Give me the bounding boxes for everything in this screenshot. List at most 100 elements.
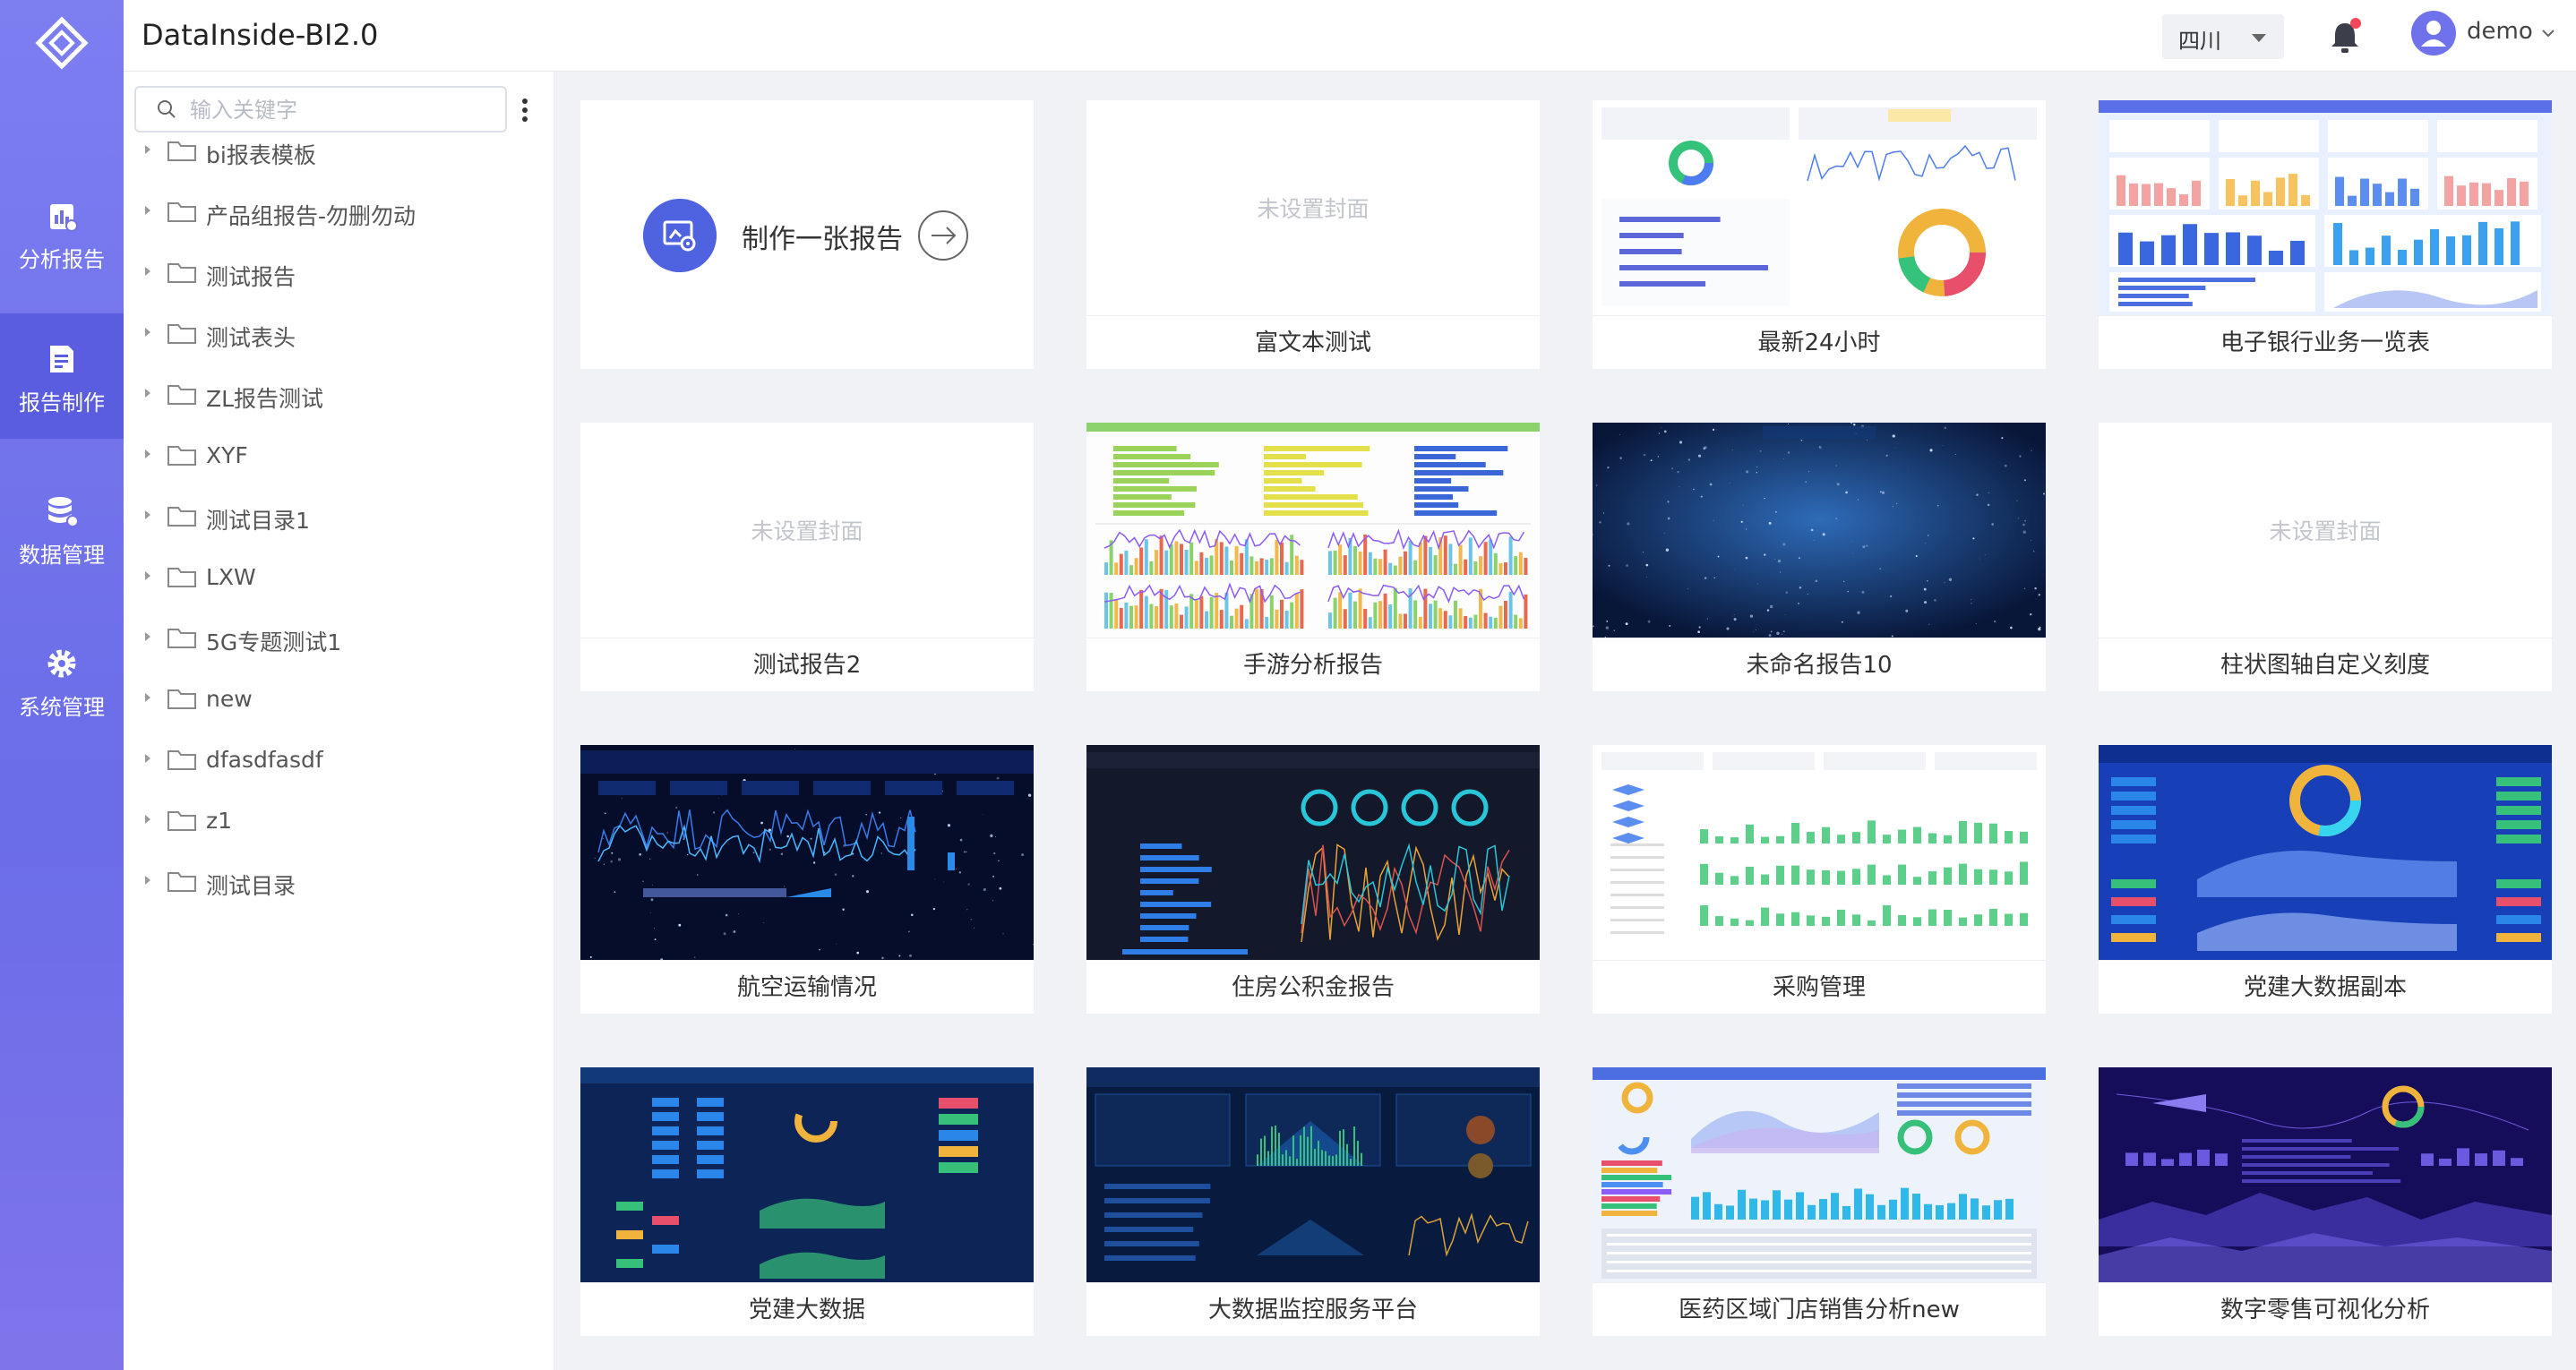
tree-item[interactable]: 产品组报告-勿删勿动 bbox=[145, 190, 530, 235]
tree-item[interactable]: dfasdfasdf bbox=[145, 738, 530, 783]
more-vertical-icon[interactable] bbox=[521, 97, 528, 124]
report-card[interactable]: 手游分析报告 bbox=[1086, 423, 1540, 691]
report-card-title: 未命名报告10 bbox=[1593, 638, 2046, 691]
tree-item-label: z1 bbox=[206, 808, 233, 834]
nav-label: 分析报告 bbox=[19, 247, 105, 272]
report-card-title: 电子银行业务一览表 bbox=[2099, 315, 2552, 369]
tree-item[interactable]: XYF bbox=[145, 433, 530, 478]
caret-right-icon[interactable] bbox=[145, 693, 150, 702]
report-card[interactable]: 未设置封面测试报告2 bbox=[580, 423, 1034, 691]
report-card-title: 测试报告2 bbox=[580, 638, 1034, 691]
report-cover-thumbnail bbox=[2099, 1067, 2552, 1282]
tree-item[interactable]: z1 bbox=[145, 799, 530, 843]
arrow-right-circle-icon[interactable] bbox=[917, 210, 969, 261]
caret-right-icon[interactable] bbox=[145, 389, 150, 398]
tree-item[interactable]: 测试目录1 bbox=[145, 494, 530, 539]
caret-right-icon[interactable] bbox=[145, 510, 150, 519]
tree-item[interactable]: bi报表模板 bbox=[145, 129, 530, 174]
tree-item[interactable]: ZL报告测试 bbox=[145, 372, 530, 417]
logo-icon[interactable] bbox=[35, 16, 89, 70]
report-card[interactable]: 医药区域门店销售分析new bbox=[1593, 1067, 2046, 1336]
nav-item-data-management[interactable]: 数据管理 bbox=[0, 466, 124, 591]
report-card[interactable]: 采购管理 bbox=[1593, 745, 2046, 1014]
report-card-title: 党建大数据 bbox=[580, 1282, 1034, 1336]
folder-icon bbox=[167, 202, 196, 222]
tree-item[interactable]: 测试目录 bbox=[145, 860, 530, 904]
caret-right-icon[interactable] bbox=[145, 815, 150, 824]
report-card[interactable]: 数字零售可视化分析 bbox=[2099, 1067, 2552, 1336]
report-card[interactable]: 住房公积金报告 bbox=[1086, 745, 1540, 1014]
folder-icon bbox=[167, 324, 196, 344]
no-cover-text: 未设置封面 bbox=[751, 518, 863, 544]
tree-item-label: 测试报告 bbox=[206, 264, 296, 290]
folder-icon bbox=[167, 629, 196, 648]
gear-icon bbox=[47, 649, 76, 678]
report-card[interactable]: 未设置封面 柱状图轴自定义刻度 bbox=[2099, 423, 2552, 691]
avatar[interactable] bbox=[2411, 11, 2456, 56]
analysis-report-icon bbox=[50, 204, 78, 232]
report-card[interactable]: 党建大数据副本 bbox=[2099, 745, 2552, 1014]
tree-item[interactable]: new bbox=[145, 677, 530, 722]
app-title: DataInside-BI2.0 bbox=[142, 18, 379, 52]
report-card-title: 富文本测试 bbox=[1086, 315, 1540, 369]
report-card[interactable]: 未命名报告10 bbox=[1593, 423, 2046, 691]
left-nav: 分析报告 报告制作 数据管理 系统管理 bbox=[0, 0, 124, 1370]
nav-label: 报告制作 bbox=[19, 390, 105, 415]
report-card-title: 数字零售可视化分析 bbox=[2099, 1282, 2552, 1336]
report-cover-thumbnail bbox=[2099, 745, 2552, 960]
caret-right-icon[interactable] bbox=[145, 145, 150, 154]
chevron-down-icon[interactable] bbox=[2542, 29, 2555, 38]
report-card[interactable]: 最新24小时 bbox=[1593, 100, 2046, 369]
caret-right-icon[interactable] bbox=[145, 206, 150, 215]
region-select[interactable]: 四川 bbox=[2162, 14, 2284, 59]
tree-item-label: bi报表模板 bbox=[206, 142, 316, 168]
tree-item-label: 测试表头 bbox=[206, 325, 296, 351]
report-cover-thumbnail bbox=[1593, 423, 2046, 638]
caret-right-icon[interactable] bbox=[145, 267, 150, 276]
tree-item-label: dfasdfasdf bbox=[206, 747, 323, 773]
report-card-title: 采购管理 bbox=[1593, 960, 2046, 1014]
nav-item-system-management[interactable]: 系统管理 bbox=[0, 618, 124, 743]
tree-item[interactable]: 测试报告 bbox=[145, 251, 530, 295]
tree-item[interactable]: 测试表头 bbox=[145, 312, 530, 356]
report-card[interactable]: 航空运输情况 bbox=[580, 745, 1034, 1014]
report-card-title: 医药区域门店销售分析new bbox=[1593, 1282, 2046, 1336]
caret-right-icon[interactable] bbox=[145, 754, 150, 763]
caret-right-icon[interactable] bbox=[145, 450, 150, 458]
search-box bbox=[134, 86, 507, 133]
tree-item[interactable]: 5G专题测试1 bbox=[145, 616, 530, 661]
report-cover-thumbnail bbox=[1593, 1067, 2046, 1282]
directory-panel: bi报表模板产品组报告-勿删勿动测试报告测试表头 ZL报告测试 XYF 测试目录1 LX… bbox=[124, 72, 554, 1370]
report-card-title: 住房公积金报告 bbox=[1086, 960, 1540, 1014]
no-cover-text: 未设置封面 bbox=[1257, 196, 1370, 222]
report-cover-thumbnail bbox=[580, 1067, 1034, 1282]
tree-item-label: new bbox=[206, 686, 253, 712]
caret-right-icon[interactable] bbox=[145, 876, 150, 885]
tree-item-label: 测试目录1 bbox=[206, 508, 310, 534]
folder-icon bbox=[167, 872, 196, 892]
report-card[interactable]: 大数据监控服务平台 bbox=[1086, 1067, 1540, 1336]
tree-item[interactable]: LXW bbox=[145, 555, 530, 600]
report-cover-thumbnail bbox=[580, 745, 1034, 960]
report-cover-empty: 未设置封面 bbox=[2099, 423, 2552, 638]
tree-item-label: 测试目录 bbox=[206, 873, 296, 899]
report-card[interactable]: 未设置封面富文本测试 bbox=[1086, 100, 1540, 369]
bell-icon[interactable] bbox=[2327, 16, 2363, 56]
nav-item-report-edit[interactable]: 报告制作 bbox=[0, 313, 124, 439]
caret-right-icon[interactable] bbox=[145, 328, 150, 337]
report-card-title: 航空运输情况 bbox=[580, 960, 1034, 1014]
caret-right-icon[interactable] bbox=[145, 571, 150, 580]
folder-icon bbox=[167, 750, 196, 770]
tree-item-label: XYF bbox=[206, 442, 248, 468]
report-edit-icon bbox=[50, 346, 73, 372]
report-card[interactable]: 电子银行业务一览表 bbox=[2099, 100, 2552, 369]
report-card[interactable]: 党建大数据 bbox=[580, 1067, 1034, 1336]
create-report-card[interactable]: 制作一张报告 bbox=[580, 100, 1034, 369]
tree-item-label: 产品组报告-勿删勿动 bbox=[206, 203, 416, 229]
tree-item-label: LXW bbox=[206, 564, 256, 590]
search-input[interactable] bbox=[190, 95, 494, 125]
caret-right-icon[interactable] bbox=[145, 632, 150, 641]
username[interactable]: demo bbox=[2467, 18, 2533, 45]
tree-item-label: ZL报告测试 bbox=[206, 386, 324, 412]
nav-item-analysis-report[interactable]: 分析报告 bbox=[0, 170, 124, 295]
